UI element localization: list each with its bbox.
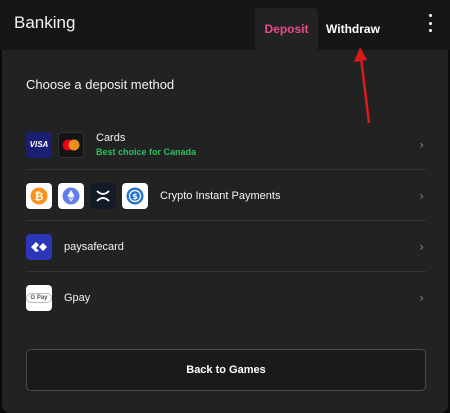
paysafecard-icon xyxy=(26,233,52,260)
method-sublabel: Best choice for Canada xyxy=(96,147,197,157)
method-label: Cards xyxy=(96,132,126,144)
page-title: Banking xyxy=(14,13,76,32)
visa-icon: VISA xyxy=(26,131,52,158)
method-label: Crypto Instant Payments xyxy=(160,189,281,202)
method-paysafecard[interactable]: paysafecard › xyxy=(26,222,426,272)
mastercard-icon xyxy=(58,131,84,158)
method-crypto[interactable]: ₿ $ Crypto Instant Payments › xyxy=(26,171,426,221)
tab-withdraw[interactable]: Withdraw xyxy=(318,8,388,50)
xrp-icon xyxy=(90,182,116,209)
header-bar: Banking Deposit Withdraw xyxy=(0,0,450,50)
kebab-menu-icon[interactable] xyxy=(424,14,436,32)
svg-text:$: $ xyxy=(132,192,138,201)
method-label: Gpay xyxy=(64,292,91,304)
method-cards[interactable]: VISA Cards Best choice for Canada › xyxy=(26,120,426,170)
gpay-icon: G Pay xyxy=(26,285,52,311)
method-label: paysafecard xyxy=(64,240,124,253)
back-to-games-button[interactable]: Back to Games xyxy=(26,349,426,391)
section-heading: Choose a deposit method xyxy=(26,77,175,92)
gpay-logo-text: G Pay xyxy=(26,293,52,303)
bitcoin-icon: ₿ xyxy=(26,182,52,209)
chevron-right-icon: › xyxy=(419,291,424,305)
method-gpay[interactable]: G Pay Gpay › xyxy=(26,273,426,323)
ethereum-icon xyxy=(58,182,84,209)
chevron-right-icon: › xyxy=(419,138,424,152)
chevron-right-icon: › xyxy=(419,240,424,254)
usdc-icon: $ xyxy=(122,182,148,209)
deposit-panel: Choose a deposit method VISA Cards Best … xyxy=(2,50,448,413)
tab-deposit[interactable]: Deposit xyxy=(255,8,318,50)
svg-text:₿: ₿ xyxy=(35,190,44,203)
chevron-right-icon: › xyxy=(419,189,424,203)
